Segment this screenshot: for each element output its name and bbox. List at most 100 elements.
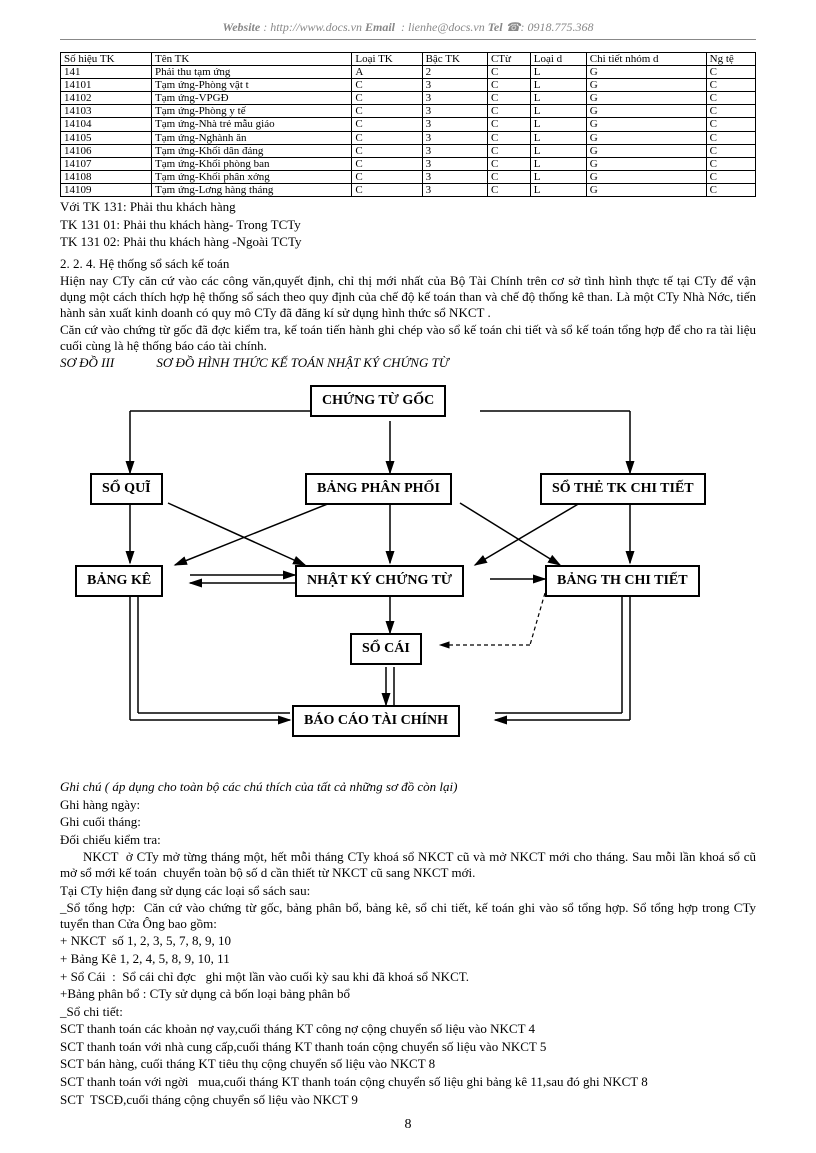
table-cell: Tạm ứng-Khối phòng ban: [152, 157, 352, 170]
table-cell: C: [487, 183, 530, 196]
table-row: 14104Tạm ứng-Nhà trẻ mẫu giáoC3CLGC: [61, 118, 756, 131]
table-row: 14103Tạm ứng-Phòng y tếC3CLGC: [61, 105, 756, 118]
table-cell: 3: [422, 144, 487, 157]
section-title-224: 2. 2. 4. Hệ thống sổ sách kế toán: [60, 256, 756, 272]
table-cell: Tạm ứng-Khối phân xởng: [152, 170, 352, 183]
table-cell: C: [487, 105, 530, 118]
table-cell: C: [706, 170, 755, 183]
table-row: 14109Tạm ứng-Lơng hàng thángC3CLGC: [61, 183, 756, 196]
table-cell: G: [586, 118, 706, 131]
table-cell: C: [352, 144, 422, 157]
ghichu-line: Đối chiếu kiểm tra:: [60, 832, 756, 848]
table-cell: G: [586, 66, 706, 79]
table-cell: C: [487, 131, 530, 144]
body-line: + NKCT số 1, 2, 3, 5, 7, 8, 9, 10: [60, 933, 756, 949]
body-paragraph-1: Hiện nay CTy căn cứ vào các công văn,quy…: [60, 273, 756, 320]
table-cell: G: [586, 131, 706, 144]
table-cell: 3: [422, 105, 487, 118]
body-line: +Bảng phân bổ : CTy sử dụng cả bốn loại …: [60, 986, 756, 1002]
table-header: CTừ: [487, 53, 530, 66]
table-cell: C: [487, 92, 530, 105]
table-cell: 14108: [61, 170, 152, 183]
table-cell: G: [586, 105, 706, 118]
tel-number: 0918.775.368: [528, 20, 594, 34]
table-cell: 14109: [61, 183, 152, 196]
email-addr: lienhe@docs.vn: [408, 20, 485, 34]
note-line: Với TK 131: Phải thu khách hàng: [60, 199, 756, 215]
table-cell: L: [530, 170, 586, 183]
table-cell: Tạm ứng-Nghành ăn: [152, 131, 352, 144]
table-cell: L: [530, 105, 586, 118]
table-cell: Tạm ứng-VPGĐ: [152, 92, 352, 105]
table-cell: C: [706, 105, 755, 118]
box-bangphanphoi: BẢNG PHÂN PHỐI: [305, 473, 452, 505]
website-label: Website: [222, 20, 260, 34]
table-cell: C: [352, 157, 422, 170]
table-cell: C: [487, 144, 530, 157]
table-cell: L: [530, 131, 586, 144]
ghichu-line: Ghi hàng ngày:: [60, 797, 756, 813]
table-cell: 3: [422, 79, 487, 92]
table-cell: 14102: [61, 92, 152, 105]
body-line: + Sổ Cái : Sổ cái chỉ đợc ghi một lần và…: [60, 969, 756, 985]
box-chungtugoc: CHỨNG TỪ GỐC: [310, 385, 446, 417]
page-number: 8: [60, 1117, 756, 1133]
phone-icon: ☎: [506, 20, 521, 34]
table-cell: Tạm ứng-Lơng hàng tháng: [152, 183, 352, 196]
body-line: SCT bán hàng, cuối tháng KT tiêu thụ cộn…: [60, 1056, 756, 1072]
body-line: _Sổ chi tiết:: [60, 1004, 756, 1020]
table-header: Ng tệ: [706, 53, 755, 66]
table-cell: C: [487, 118, 530, 131]
table-cell: L: [530, 183, 586, 196]
table-cell: C: [352, 79, 422, 92]
table-cell: C: [487, 66, 530, 79]
table-row: 141Phải thu tạm ứngA2CLGC: [61, 66, 756, 79]
table-cell: G: [586, 157, 706, 170]
table-cell: C: [487, 79, 530, 92]
table-cell: 14101: [61, 79, 152, 92]
sodo-label: SƠ ĐỒ III: [60, 355, 114, 370]
table-header: Chi tiết nhóm d: [586, 53, 706, 66]
table-cell: L: [530, 144, 586, 157]
table-cell: C: [352, 183, 422, 196]
body-line: + Bảng Kê 1, 2, 4, 5, 8, 9, 10, 11: [60, 951, 756, 967]
tel-label: Tel: [488, 20, 503, 34]
table-cell: 141: [61, 66, 152, 79]
page-header: Website : http://www.docs.vn Email : lie…: [60, 20, 756, 40]
table-cell: C: [487, 157, 530, 170]
table-cell: L: [530, 157, 586, 170]
table-cell: G: [586, 183, 706, 196]
table-header: Bậc TK: [422, 53, 487, 66]
table-row: 14106Tạm ứng-Khối dân đảngC3CLGC: [61, 144, 756, 157]
box-bangth: BẢNG TH CHI TIẾT: [545, 565, 700, 597]
table-cell: 14104: [61, 118, 152, 131]
table-cell: 3: [422, 131, 487, 144]
table-cell: 3: [422, 170, 487, 183]
table-cell: 3: [422, 118, 487, 131]
table-cell: C: [487, 170, 530, 183]
box-soqui: SỔ QUĨ: [90, 473, 163, 505]
table-cell: L: [530, 66, 586, 79]
table-cell: C: [706, 79, 755, 92]
table-cell: C: [706, 66, 755, 79]
table-cell: G: [586, 170, 706, 183]
website-url: http://www.docs.vn: [270, 20, 362, 34]
table-cell: 2: [422, 66, 487, 79]
table-cell: 3: [422, 157, 487, 170]
table-row: 14107Tạm ứng-Khối phòng banC3CLGC: [61, 157, 756, 170]
table-cell: A: [352, 66, 422, 79]
table-cell: 14103: [61, 105, 152, 118]
table-cell: C: [352, 92, 422, 105]
table-cell: C: [706, 144, 755, 157]
flowchart: CHỨNG TỪ GỐC SỔ QUĨ BẢNG PHÂN PHỐI SỔ TH…: [60, 375, 720, 775]
table-cell: 14105: [61, 131, 152, 144]
table-cell: Tạm ứng-Khối dân đảng: [152, 144, 352, 157]
body-paragraph-2: Căn cứ vào chứng từ gốc đã đợc kiểm tra,…: [60, 322, 756, 353]
box-nhatky: NHẬT KÝ CHỨNG TỪ: [295, 565, 464, 597]
table-cell: G: [586, 92, 706, 105]
table-cell: C: [352, 105, 422, 118]
note-line: TK 131 01: Phải thu khách hàng- Trong TC…: [60, 217, 756, 233]
table-cell: C: [352, 118, 422, 131]
table-cell: G: [586, 144, 706, 157]
table-cell: Tạm ứng-Phòng vật t: [152, 79, 352, 92]
